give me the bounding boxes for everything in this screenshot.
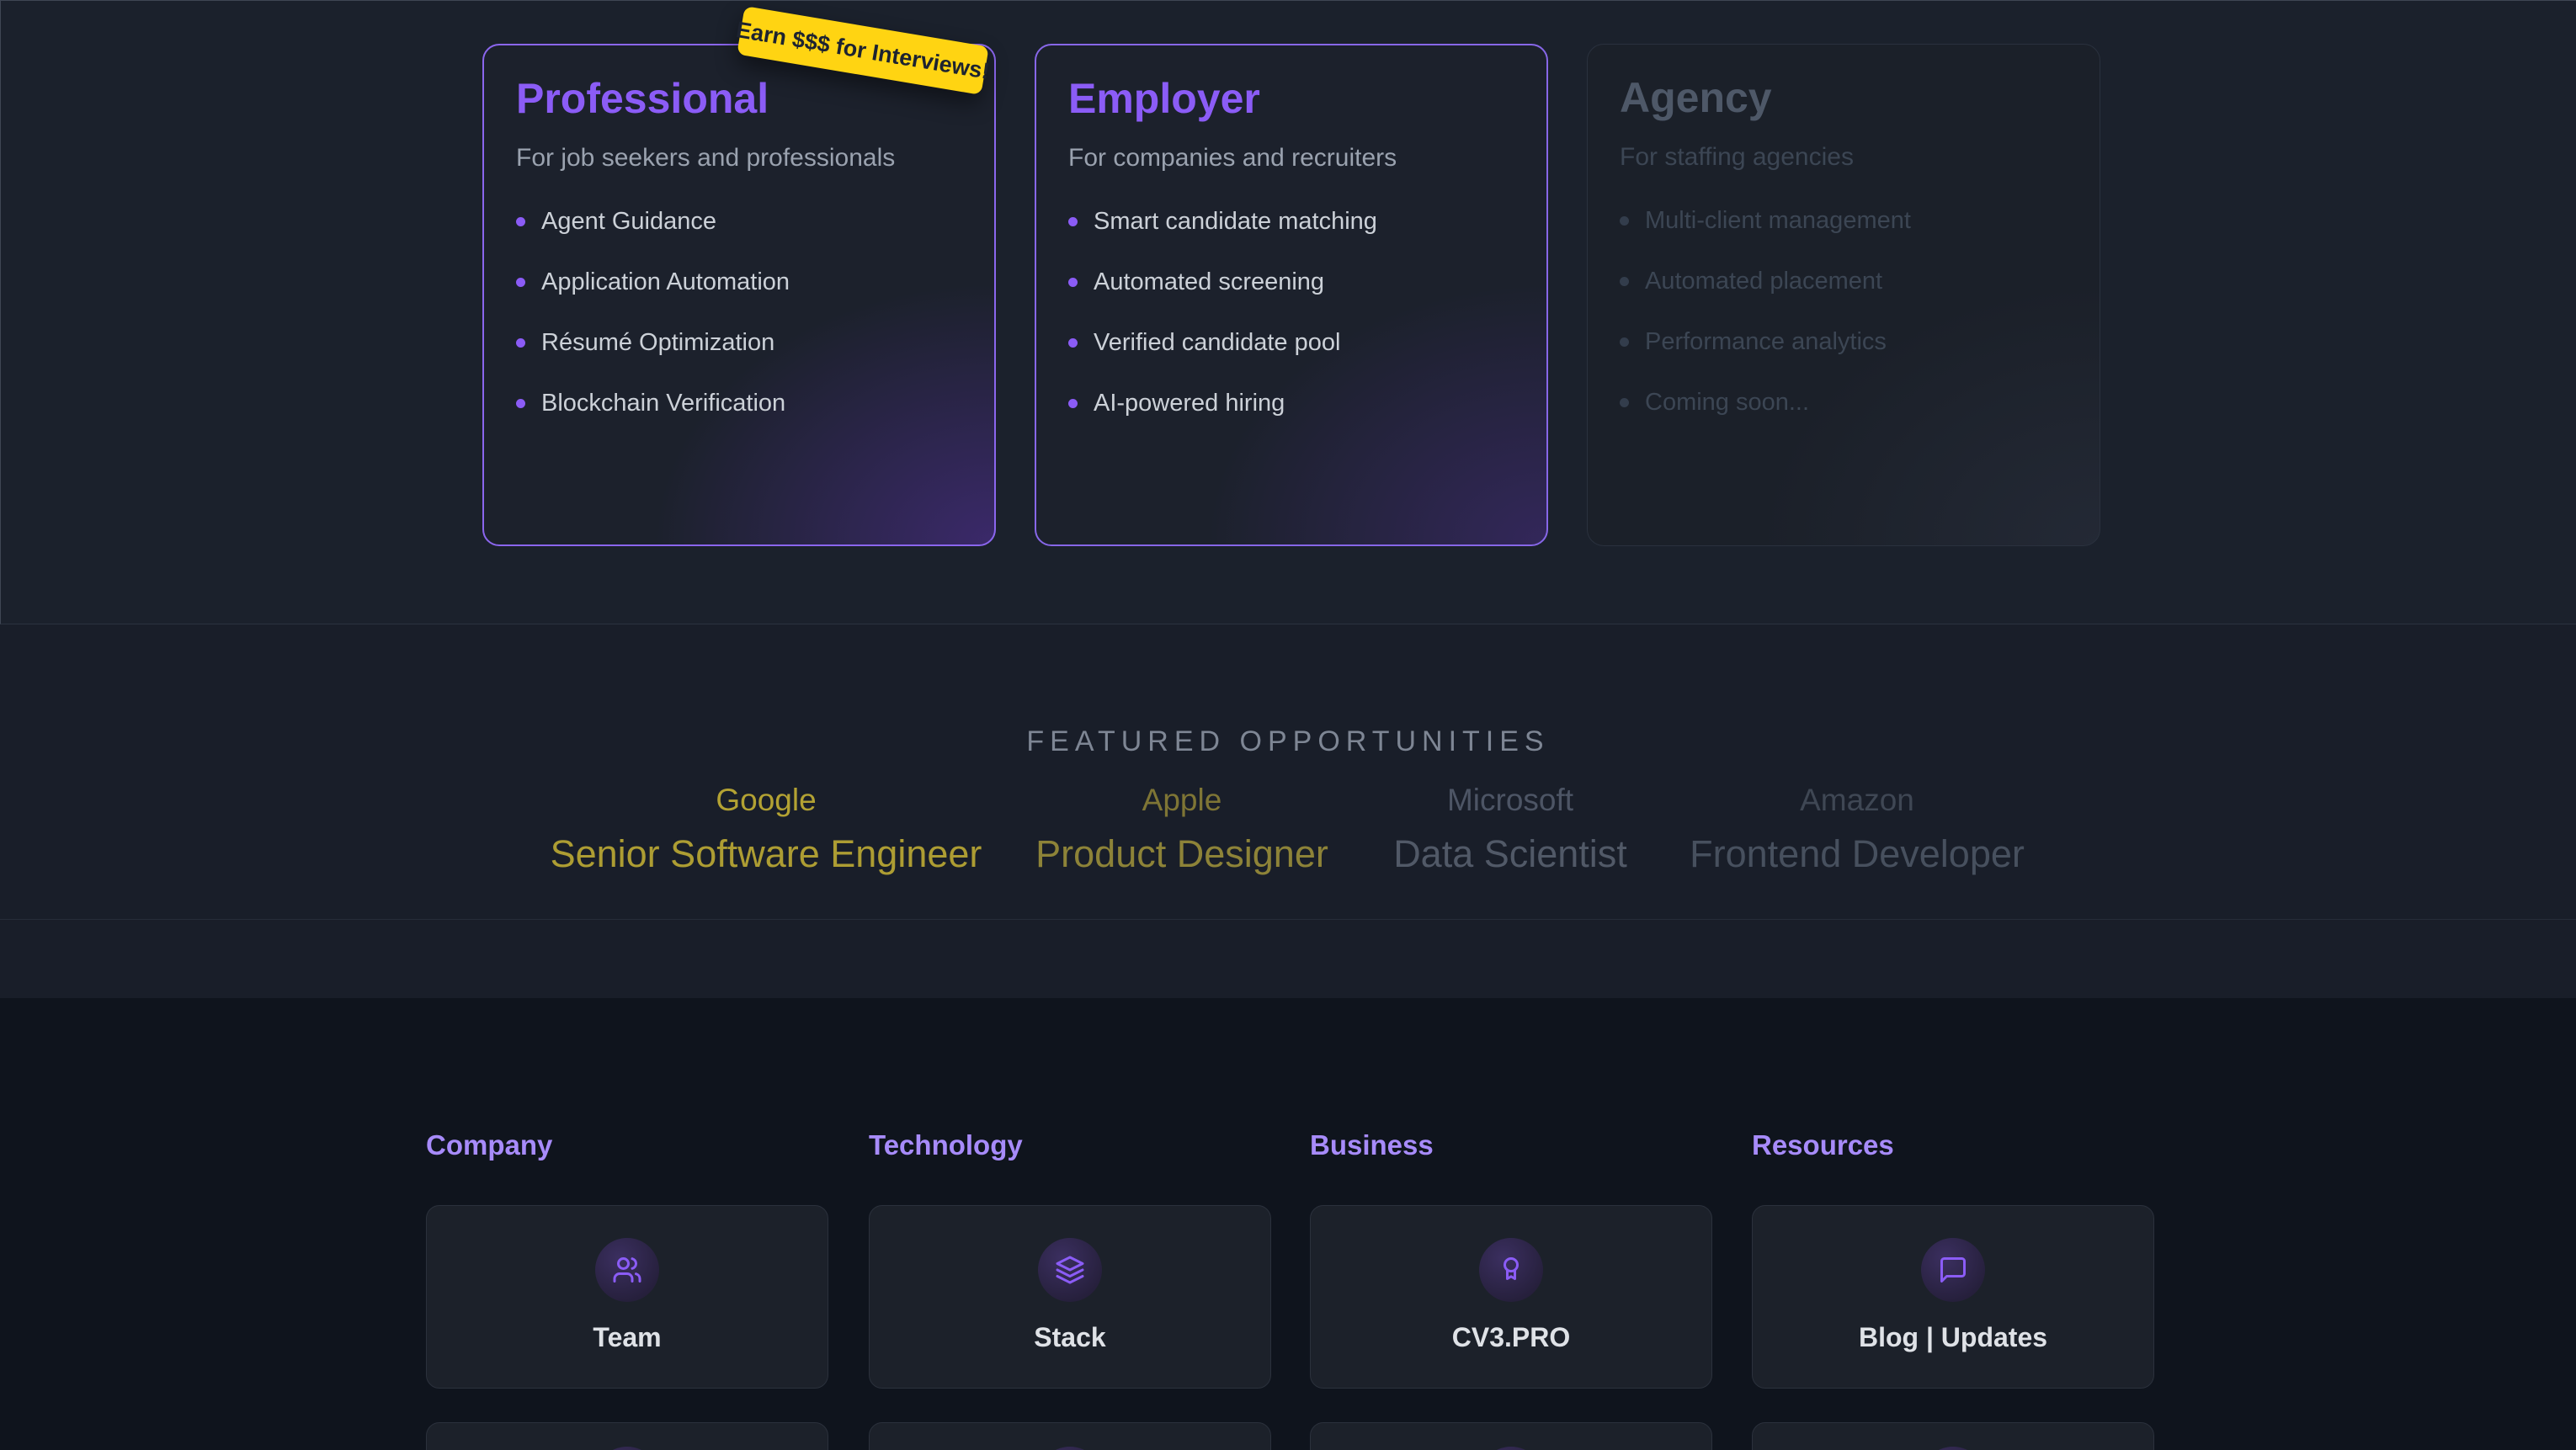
plan-feature-label: Smart candidate matching — [1094, 206, 1377, 236]
plan-feature-label: Blockchain Verification — [541, 388, 785, 418]
footer-column-heading: Company — [426, 1129, 828, 1162]
footer-column-heading: Business — [1310, 1129, 1712, 1162]
speech-bubble-icon — [1921, 1238, 1985, 1302]
plan-title: Employer — [1068, 74, 1514, 123]
plans-section: Professional For job seekers and profess… — [0, 0, 2576, 624]
footer-tile-partial[interactable] — [426, 1422, 828, 1450]
featured-job-amazon[interactable]: Amazon Frontend Developer — [1690, 782, 2025, 877]
award-icon — [1479, 1238, 1543, 1302]
job-company: Google — [551, 782, 982, 819]
job-title: Data Scientist — [1393, 831, 1627, 877]
bullet-dot-icon — [1620, 216, 1629, 226]
plan-title: Professional — [516, 74, 962, 123]
plan-feature-label: Performance analytics — [1645, 327, 1887, 357]
bullet-dot-icon — [1068, 278, 1078, 287]
bullet-dot-icon — [516, 217, 525, 226]
footer-tile-partial-icon — [1921, 1447, 1985, 1450]
bullet-dot-icon — [1068, 399, 1078, 408]
footer-column-resources: Resources Blog | Updates — [1752, 1129, 2154, 1450]
footer-tile-label: Blog | Updates — [1753, 1321, 2153, 1353]
plan-feature: Smart candidate matching — [1068, 206, 1514, 236]
plan-feature: Blockchain Verification — [516, 388, 962, 418]
plan-description: For staffing agencies — [1620, 142, 2068, 173]
plan-feature-label: AI-powered hiring — [1094, 388, 1285, 418]
footer-tile-cv3pro[interactable]: CV3.PRO — [1310, 1205, 1712, 1389]
bullet-dot-icon — [1620, 277, 1629, 286]
plan-card-employer[interactable]: Employer For companies and recruiters Sm… — [1035, 44, 1548, 546]
footer-column-heading: Technology — [869, 1129, 1271, 1162]
plan-feature-list: Smart candidate matching Automated scree… — [1068, 206, 1514, 418]
plan-description: For companies and recruiters — [1068, 143, 1514, 173]
bullet-dot-icon — [516, 278, 525, 287]
footer-tile-team[interactable]: Team — [426, 1205, 828, 1389]
page: Professional For job seekers and profess… — [0, 0, 2576, 1450]
users-icon — [595, 1238, 659, 1302]
plan-card-professional[interactable]: Professional For job seekers and profess… — [482, 44, 996, 546]
plan-description: For job seekers and professionals — [516, 143, 962, 173]
footer-tile-blog[interactable]: Blog | Updates — [1752, 1205, 2154, 1389]
footer-column-business: Business CV3.PRO — [1310, 1129, 1712, 1450]
bullet-dot-icon — [516, 399, 525, 408]
plan-feature-list: Agent Guidance Application Automation Ré… — [516, 206, 962, 418]
footer-tile-partial[interactable] — [1752, 1422, 2154, 1450]
plan-feature: Agent Guidance — [516, 206, 962, 236]
plan-feature-label: Agent Guidance — [541, 206, 716, 236]
footer-tile-partial-icon — [595, 1447, 659, 1450]
featured-job-apple[interactable]: Apple Product Designer — [1035, 782, 1328, 877]
plan-feature: Multi-client management — [1620, 205, 2068, 236]
job-title: Senior Software Engineer — [551, 831, 982, 877]
featured-job-google[interactable]: Google Senior Software Engineer — [551, 782, 982, 877]
footer-tile-partial-icon — [1479, 1447, 1543, 1450]
bullet-dot-icon — [1620, 337, 1629, 347]
plan-feature: Automated placement — [1620, 266, 2068, 296]
plan-feature-label: Automated screening — [1094, 267, 1324, 297]
footer-tile-label: Team — [427, 1321, 828, 1353]
footer-tile-partial[interactable] — [869, 1422, 1271, 1450]
featured-opportunities-section: FEATURED OPPORTUNITIES Google Senior Sof… — [0, 624, 2576, 919]
footer: Company Team Technology Stack — [0, 998, 2576, 1450]
plan-feature-label: Coming soon... — [1645, 387, 1809, 417]
plan-feature-label: Verified candidate pool — [1094, 327, 1340, 358]
job-company: Amazon — [1690, 782, 2025, 819]
plan-feature-label: Multi-client management — [1645, 205, 1911, 236]
plan-card-agency-disabled: Agency For staffing agencies Multi-clien… — [1587, 44, 2100, 546]
plan-feature-label: Automated placement — [1645, 266, 1882, 296]
featured-heading: FEATURED OPPORTUNITIES — [0, 725, 2576, 758]
footer-tile-stack[interactable]: Stack — [869, 1205, 1271, 1389]
plan-feature: AI-powered hiring — [1068, 388, 1514, 418]
plan-title: Agency — [1620, 73, 2068, 122]
job-title: Product Designer — [1035, 831, 1328, 877]
footer-tile-label: CV3.PRO — [1311, 1321, 1711, 1353]
job-company: Microsoft — [1393, 782, 1627, 819]
bullet-dot-icon — [1068, 217, 1078, 226]
footer-tile-partial-icon — [1038, 1447, 1102, 1450]
plan-feature: Coming soon... — [1620, 387, 2068, 417]
footer-column-company: Company Team — [426, 1129, 828, 1450]
plan-feature: Automated screening — [1068, 267, 1514, 297]
plan-feature-list: Multi-client management Automated placem… — [1620, 205, 2068, 417]
plan-feature-label: Résumé Optimization — [541, 327, 774, 358]
featured-job-microsoft[interactable]: Microsoft Data Scientist — [1393, 782, 1627, 877]
job-company: Apple — [1035, 782, 1328, 819]
job-title: Frontend Developer — [1690, 831, 2025, 877]
footer-column-heading: Resources — [1752, 1129, 2154, 1162]
plan-feature: Résumé Optimization — [516, 327, 962, 358]
footer-tile-partial[interactable] — [1310, 1422, 1712, 1450]
plan-feature: Verified candidate pool — [1068, 327, 1514, 358]
plan-feature: Application Automation — [516, 267, 962, 297]
plan-feature-label: Application Automation — [541, 267, 790, 297]
layers-icon — [1038, 1238, 1102, 1302]
bullet-dot-icon — [516, 338, 525, 348]
footer-tile-label: Stack — [870, 1321, 1270, 1353]
bullet-dot-icon — [1620, 398, 1629, 407]
footer-column-technology: Technology Stack — [869, 1129, 1271, 1450]
spacer-band — [0, 919, 2576, 998]
bullet-dot-icon — [1068, 338, 1078, 348]
plan-feature: Performance analytics — [1620, 327, 2068, 357]
